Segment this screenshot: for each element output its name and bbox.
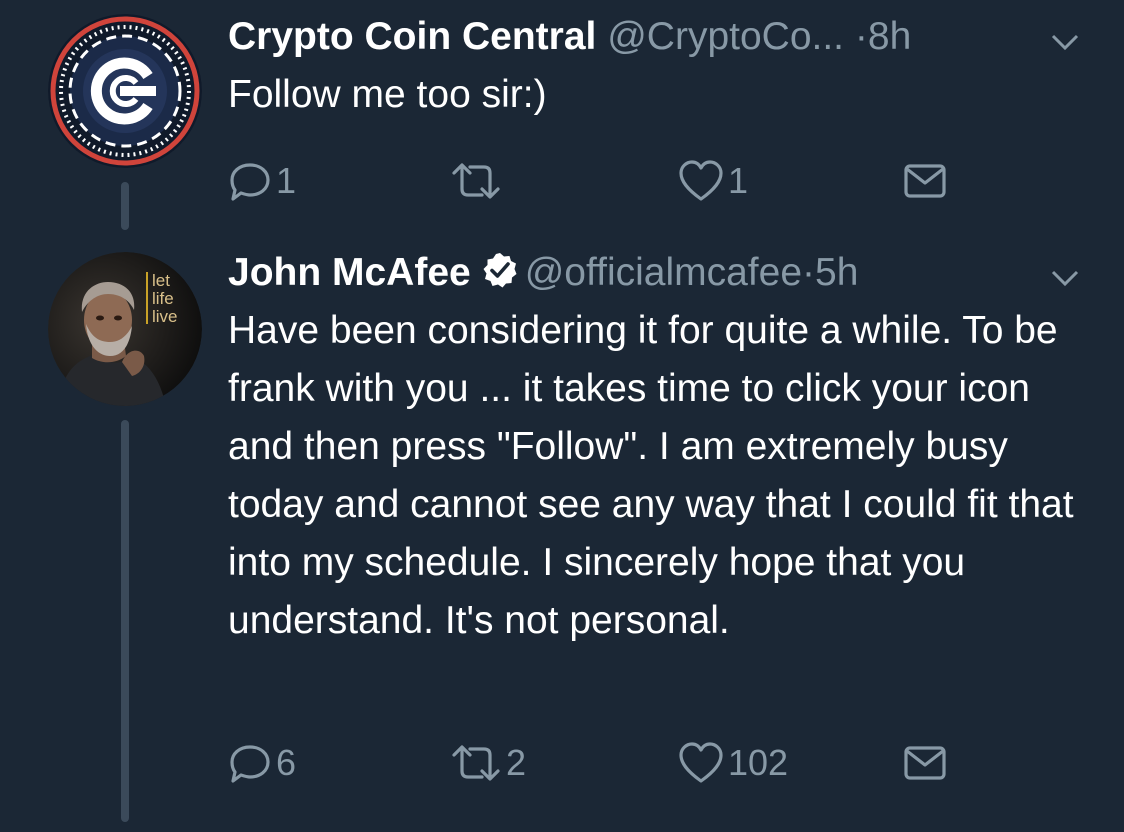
tweet-actions: 1 1 [228,156,988,206]
tweet-text: Have been considering it for quite a whi… [228,309,1074,642]
retweet-icon [452,163,500,199]
heart-icon [679,160,723,201]
reply-button[interactable]: 6 [228,738,296,788]
direct-message-button[interactable] [903,738,947,788]
profile-photo-icon [48,252,202,406]
reply-button[interactable]: 1 [228,156,296,206]
separator-dot: · [802,251,816,294]
crypto-coin-logo-icon [48,14,202,168]
avatar-john-mcafee[interactable]: let life live [48,252,202,406]
envelope-icon [904,164,946,198]
tweet-header: Crypto Coin Central @CryptoCo... ·8h [228,14,1084,60]
like-count: 1 [728,160,749,201]
avatar-caption-line: life [152,289,174,308]
chevron-down-icon[interactable] [1047,24,1083,60]
reply-icon [230,163,270,201]
user-handle[interactable]: @CryptoCo... [607,15,844,58]
direct-message-button[interactable] [903,156,947,206]
thread-line [121,182,129,230]
tweet-actions: 6 2 102 [228,738,988,788]
reply-count: 6 [276,742,297,783]
display-name[interactable]: Crypto Coin Central [228,15,596,58]
retweet-icon [452,745,500,781]
reply-icon [230,745,270,783]
like-count: 102 [728,742,789,783]
avatar-caption-line: let [152,271,170,290]
tweet-john-mcafee[interactable]: let life live John McAfee @officialmcafe… [0,230,1124,832]
timestamp[interactable]: 8h [868,15,911,58]
avatar-caption: let life live [152,272,178,326]
avatar-crypto-coin-central[interactable] [48,14,202,168]
tweet-text: Follow me too sir:) [228,73,547,116]
chevron-down-icon[interactable] [1047,260,1083,296]
retweet-count: 2 [506,742,527,783]
heart-icon [679,742,723,783]
reply-count: 1 [276,160,297,201]
tweet-crypto-coin-central[interactable]: Crypto Coin Central @CryptoCo... ·8h Fol… [0,0,1124,230]
tweet-header: John McAfee @officialmcafee·5h [228,250,1084,296]
retweet-button[interactable]: 2 [450,738,526,788]
timestamp[interactable]: 5h [815,251,858,294]
separator-dot: · [854,15,868,58]
avatar-caption-line: live [152,307,178,326]
display-name[interactable]: John McAfee [228,251,471,294]
like-button[interactable]: 102 [678,738,788,788]
envelope-icon [904,746,946,780]
verified-badge-icon [483,253,517,288]
like-button[interactable]: 1 [678,156,748,206]
retweet-button[interactable] [450,156,506,206]
user-handle[interactable]: @officialmcafee [525,251,802,294]
thread-line [121,420,129,822]
